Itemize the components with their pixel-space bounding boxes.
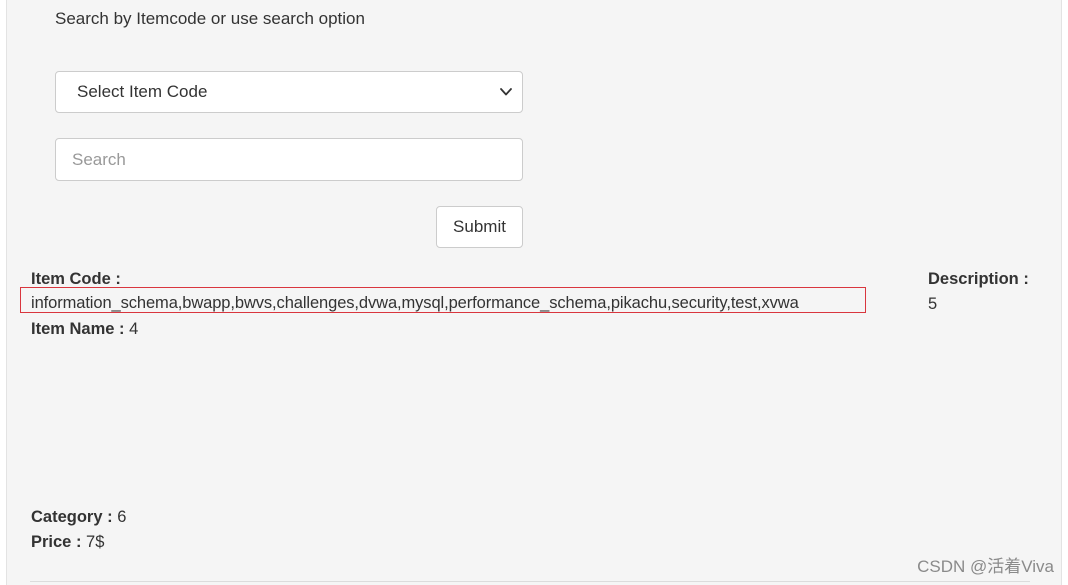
item-code-select-value: Select Item Code xyxy=(77,82,208,101)
chevron-down-icon xyxy=(500,88,512,96)
description-label: Description : xyxy=(928,270,1029,288)
price-label: Price : xyxy=(31,533,82,551)
divider xyxy=(30,581,1030,582)
search-prompt: Search by Itemcode or use search option xyxy=(55,9,365,28)
category-value: 6 xyxy=(117,508,127,526)
item-name-value: 4 xyxy=(129,320,139,338)
submit-button[interactable]: Submit xyxy=(436,206,523,248)
search-input[interactable] xyxy=(55,138,523,181)
highlight-box xyxy=(20,287,866,313)
price-row: Price : 7$ xyxy=(31,532,104,552)
description-value: 5 xyxy=(928,295,938,313)
item-code-label: Item Code : xyxy=(31,270,121,288)
item-name-label: Item Name : xyxy=(31,320,125,338)
item-name-row: Item Name : 4 xyxy=(31,319,138,339)
item-code-select[interactable]: Select Item Code xyxy=(55,71,523,113)
watermark: CSDN @活着Viva xyxy=(917,557,1054,576)
content-panel: Search by Itemcode or use search option … xyxy=(6,0,1062,585)
price-value: 7$ xyxy=(86,533,105,551)
category-label: Category : xyxy=(31,508,113,526)
category-row: Category : 6 xyxy=(31,507,126,527)
